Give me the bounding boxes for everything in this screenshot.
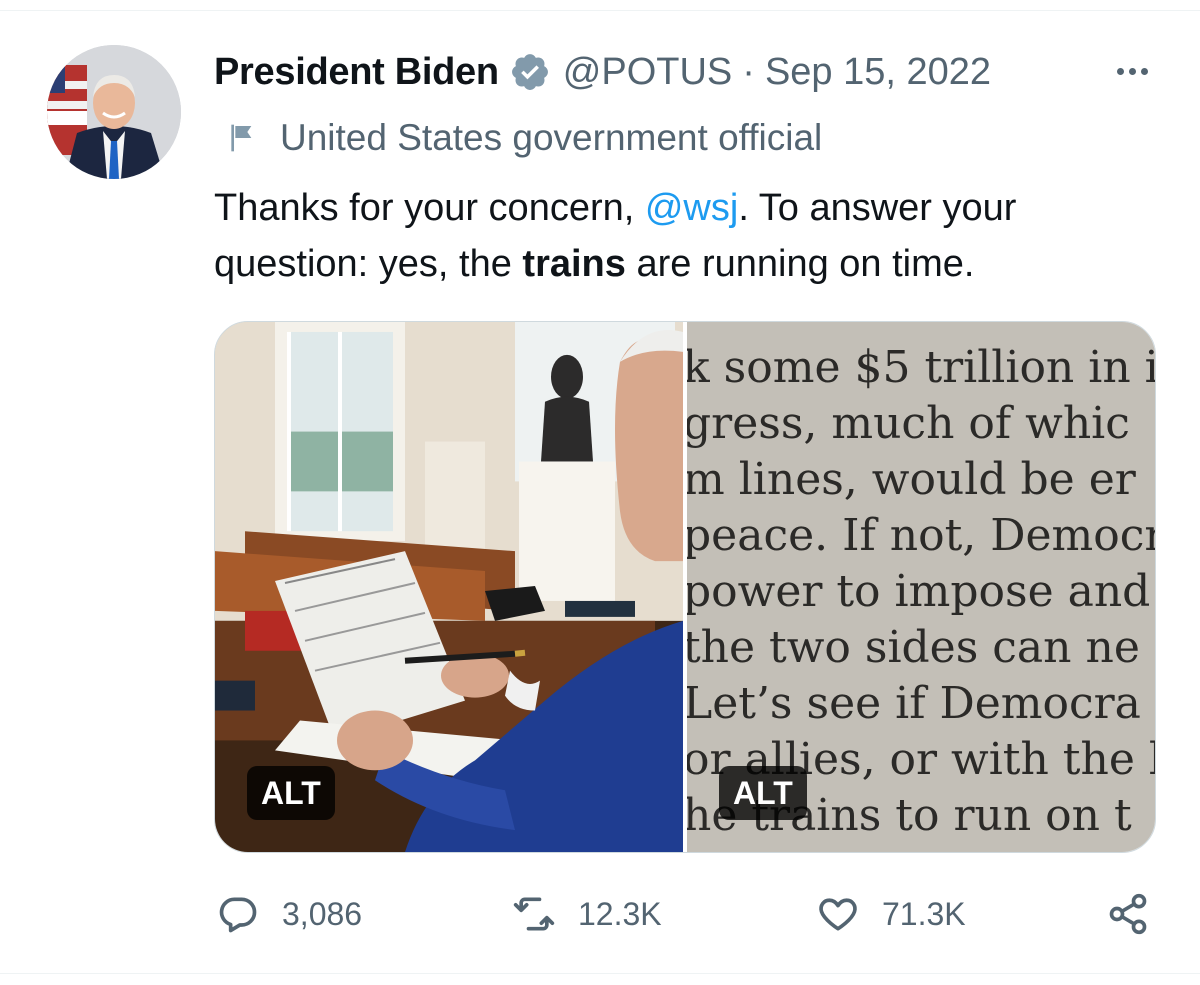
tweet-header: President Biden @POTUS · Sep 15, 2022 (214, 48, 991, 96)
heart-icon (819, 898, 857, 931)
clipping-line: the two sides can ne (687, 622, 1140, 673)
top-divider (0, 10, 1200, 11)
clipping-line: power to impose and (687, 566, 1151, 617)
clipping-line: peace. If not, Democra (687, 510, 1155, 561)
clipping-line: m lines, would be er (687, 454, 1136, 505)
retweet-button[interactable]: 12.3K (512, 884, 662, 944)
share-button[interactable] (1106, 884, 1150, 944)
media-photo-2[interactable]: k some $5 trillion in i gress, much of w… (687, 322, 1155, 852)
avatar[interactable] (47, 45, 181, 179)
alt-badge-2[interactable]: ALT (719, 766, 807, 820)
government-label-text: United States government official (280, 117, 823, 158)
reply-button[interactable]: 3,086 (216, 884, 362, 944)
clipping-line: Let’s see if Democra (687, 678, 1141, 729)
author-handle[interactable]: @POTUS (563, 51, 732, 94)
media-photo-1[interactable]: ALT (215, 322, 683, 852)
verified-badge-icon[interactable] (509, 51, 551, 93)
more-dots-icon (1116, 67, 1124, 75)
government-label[interactable]: United States government official (226, 114, 822, 162)
like-count: 71.3K (882, 895, 966, 932)
bottom-divider (0, 973, 1200, 974)
mention-link[interactable]: @wsj (645, 187, 738, 229)
alt-badge-1[interactable]: ALT (247, 766, 335, 820)
author-display-name[interactable]: President Biden (214, 51, 499, 94)
clipping-line: k some $5 trillion in i (687, 342, 1155, 393)
like-button[interactable]: 71.3K (816, 884, 966, 944)
separator-dot: · (742, 50, 755, 93)
reply-count: 3,086 (282, 895, 363, 932)
tweet-actions: 3,086 12.3K 71.3K (214, 884, 1154, 944)
flag-icon (231, 124, 252, 152)
clipping-line: gress, much of whic (687, 398, 1130, 449)
media-grid: ALT k some $5 trillion in i gress, much … (214, 321, 1156, 853)
retweet-icon (513, 897, 555, 931)
share-icon (1109, 893, 1147, 935)
tweet-text: Thanks for your concern, @wsj. To answer… (214, 180, 1154, 292)
tweet-text-part: are running on time. (625, 243, 975, 285)
more-options-button[interactable] (1108, 56, 1156, 86)
retweet-count: 12.3K (578, 895, 662, 932)
tweet-text-bold: trains (522, 243, 626, 285)
tweet-text-part: Thanks for your concern, (214, 187, 645, 229)
tweet-date[interactable]: Sep 15, 2022 (765, 51, 991, 94)
reply-icon (219, 897, 257, 933)
avatar-image (47, 45, 181, 179)
